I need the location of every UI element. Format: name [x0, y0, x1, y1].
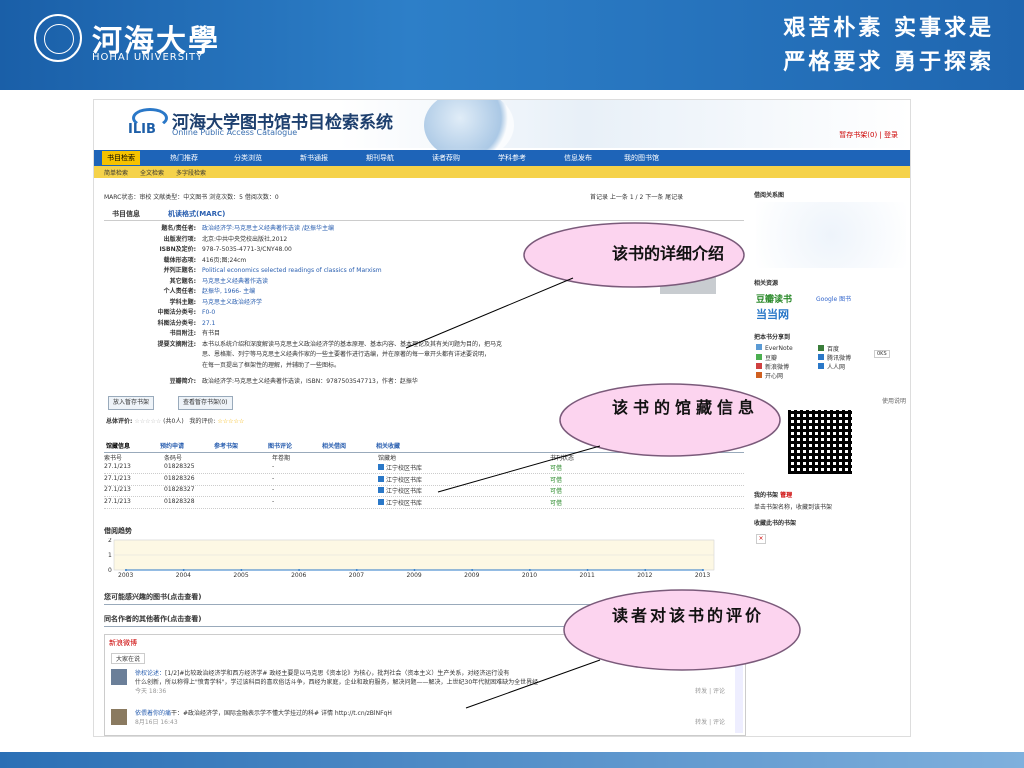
callout-bubble-review	[563, 589, 801, 671]
callout-holdings-text: 该书的馆藏信息	[612, 398, 760, 417]
callout-pointer-detail	[405, 277, 574, 349]
callout-review-text: 读者对该书的评价	[612, 606, 765, 625]
callout-pointer-review	[465, 659, 601, 709]
callout-detail-text: 该书的详细介绍	[612, 244, 725, 263]
callout-layer	[405, 222, 801, 709]
callout-bubble-holdings	[559, 383, 781, 457]
callout-pointer-holdings	[437, 445, 601, 493]
